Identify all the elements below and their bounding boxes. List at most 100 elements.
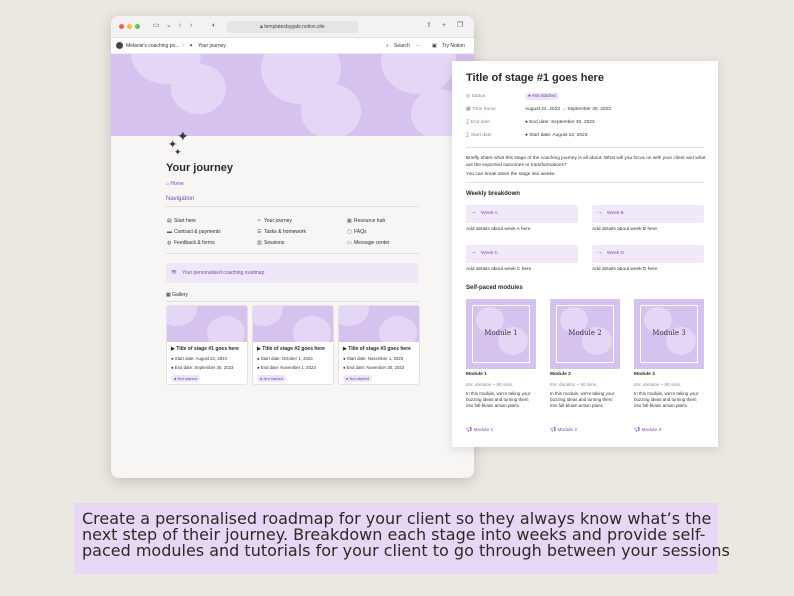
arrow-right-icon: →: [596, 249, 603, 256]
nav-item-label: Message center: [354, 240, 390, 246]
address-bar[interactable]: 🔒︎ templatesbygabi.notion.site: [227, 21, 358, 33]
status-badge: ● Not started: [171, 375, 201, 382]
stage-card[interactable]: ▶ Title of stage #1 goes here ● Start da…: [166, 305, 248, 385]
new-tab-icon[interactable]: +: [442, 21, 446, 31]
back-icon[interactable]: ‹: [179, 21, 181, 31]
card-icon: ▬: [167, 229, 172, 235]
maximize-window-button[interactable]: [135, 24, 140, 29]
nav-item-message-center[interactable]: ▭ Message center: [347, 240, 390, 246]
module-cover-label: Module 3: [652, 329, 686, 337]
card-title-text: Title of stage #3 goes here: [348, 346, 411, 352]
forward-icon[interactable]: ›: [190, 21, 192, 31]
module-2-cover[interactable]: Module 2: [550, 299, 620, 369]
week-b-link[interactable]: → Week B: [592, 205, 704, 223]
module-1-cover[interactable]: Module 1: [466, 299, 536, 369]
nav-item-contract-payments[interactable]: ▬ Contract & payments: [167, 229, 221, 235]
week-label: Week B: [607, 211, 624, 216]
caption-banner: Create a personalised roadmap for your c…: [74, 503, 730, 574]
module-3-link[interactable]: 📢︎ Module 3: [634, 428, 661, 433]
nav-item-label: Sessions: [264, 240, 285, 246]
try-notion-button[interactable]: Try Notion: [442, 38, 465, 54]
module-2-link[interactable]: 📢︎ Module 2: [550, 428, 577, 433]
status-badge: ● Not started: [257, 375, 287, 382]
browser-toolbar: ▭ ⌄ ‹ › ◐ 🔒︎ templatesbygabi.notion.site…: [111, 16, 474, 38]
breadcrumb-current[interactable]: Your journey: [198, 38, 226, 54]
stage-card[interactable]: ▶ Title of stage #3 goes here ● Start da…: [338, 305, 420, 385]
divider: [466, 182, 704, 183]
search-icon[interactable]: ⌕: [386, 38, 389, 54]
tab-overview-icon[interactable]: ❐: [457, 21, 463, 31]
card-start-date: ● Start date: October 1, 2023: [257, 356, 313, 361]
tasks-icon: ☰: [257, 229, 262, 235]
module-3-cover[interactable]: Module 3: [634, 299, 704, 369]
nav-item-sessions[interactable]: ▥ Sessions: [257, 240, 284, 246]
nav-item-label: Tasks & homework: [264, 229, 306, 235]
status-text: Not started: [349, 376, 370, 381]
nav-item-label: Your journey: [264, 218, 292, 224]
property-label: Start date: [470, 133, 492, 138]
property-end-date-value[interactable]: ● End date: September 30, 2023: [525, 120, 595, 125]
sparkle-icon: ✧: [257, 218, 262, 224]
card-end-date-text: End date: November 30, 2023: [346, 365, 405, 370]
property-timeframe-label: ▦ Time frame: [466, 107, 496, 112]
nav-item-label: Start here: [174, 218, 196, 224]
roadmap-callout: ≋ Your personalised coaching roadmap: [166, 263, 419, 283]
card-cover: [339, 306, 419, 342]
nav-item-tasks-homework[interactable]: ☰ Tasks & homework: [257, 229, 306, 235]
share-icon[interactable]: ⇪: [426, 21, 432, 31]
sidebar-toggle-icon[interactable]: ▭: [153, 21, 160, 31]
tab-gallery-label: Gallery: [172, 292, 188, 298]
search-button[interactable]: Search: [394, 38, 410, 54]
card-start-date-text: Start date: August 22, 2023: [174, 356, 227, 361]
property-label: Status: [471, 94, 486, 99]
property-label: Time frame: [471, 107, 496, 112]
nav-item-start-here[interactable]: ▤ Start here: [167, 218, 196, 224]
week-a-link[interactable]: → Week A: [466, 205, 578, 223]
nav-item-faqs[interactable]: ▢ FAQs: [347, 229, 367, 235]
more-options-button[interactable]: ···: [416, 38, 421, 54]
sessions-icon: ▥: [257, 240, 262, 246]
property-timeframe-value[interactable]: August 22, 2023 → September 30, 2023: [525, 107, 611, 112]
card-title-text: Title of stage #2 goes here: [262, 346, 325, 352]
sparkle-icon: ✦: [174, 147, 182, 157]
faq-icon: ▢: [347, 229, 352, 235]
nav-item-your-journey[interactable]: ✧ Your journey: [257, 218, 292, 224]
notion-logo-icon: ▣: [432, 43, 437, 49]
breadcrumb-separator: /: [183, 43, 185, 49]
journey-page: ✦ ✦ ✦ Your journey ⌂ Home Navigation ▤ St…: [111, 128, 474, 478]
module-1-link[interactable]: 📢︎ Module 1: [466, 428, 493, 433]
card-title: ▶ Title of stage #1 goes here: [171, 346, 239, 352]
module-3-description: In this module, we're taking your buzzin…: [634, 391, 699, 409]
week-label: Week D: [607, 251, 624, 256]
divider: [466, 147, 704, 148]
breadcrumb-parent[interactable]: Melanie's coaching po...: [126, 38, 180, 54]
card-end-date: ● End date: November 1, 2023: [257, 365, 316, 370]
module-link-text: Module 2: [557, 428, 578, 433]
week-b-description: Add details about week B here: [592, 227, 658, 232]
home-link[interactable]: ⌂ Home: [166, 181, 184, 187]
chevron-down-icon[interactable]: ⌄: [166, 21, 172, 31]
week-c-link[interactable]: → Week C: [466, 245, 578, 263]
status-badge: ● Not started: [343, 375, 373, 382]
divider: [166, 301, 419, 302]
property-value-text: End date: September 30, 2023: [529, 120, 595, 125]
workspace-avatar: [116, 42, 123, 49]
stage-card[interactable]: ▶ Title of stage #2 goes here ● Start da…: [252, 305, 334, 385]
close-window-button[interactable]: [119, 24, 124, 29]
property-status-value[interactable]: ● Not started: [525, 93, 559, 100]
nav-item-resource-hub[interactable]: ▦ Resource hub: [347, 218, 385, 224]
nav-item-feedback-forms[interactable]: ◍ Feedback & forms: [167, 240, 215, 246]
card-start-date-text: Start date: November 1, 2023: [346, 356, 404, 361]
card-start-date-text: Start date: October 1, 2023: [260, 356, 313, 361]
nav-item-label: FAQs: [354, 229, 367, 235]
minimize-window-button[interactable]: [127, 24, 132, 29]
module-2-title: Module 2: [550, 372, 571, 377]
shield-icon[interactable]: ◐: [212, 21, 216, 31]
property-start-date-label: ∑ Start date: [466, 133, 492, 138]
property-label: End date: [470, 120, 490, 125]
week-d-link[interactable]: → Week D: [592, 245, 704, 263]
module-1-title: Module 1: [466, 372, 487, 377]
property-start-date-value[interactable]: ● Start date: August 22, 2023: [525, 133, 587, 138]
form-icon: ◍: [167, 240, 172, 246]
stage-title: Title of stage #1 goes here: [466, 72, 604, 84]
